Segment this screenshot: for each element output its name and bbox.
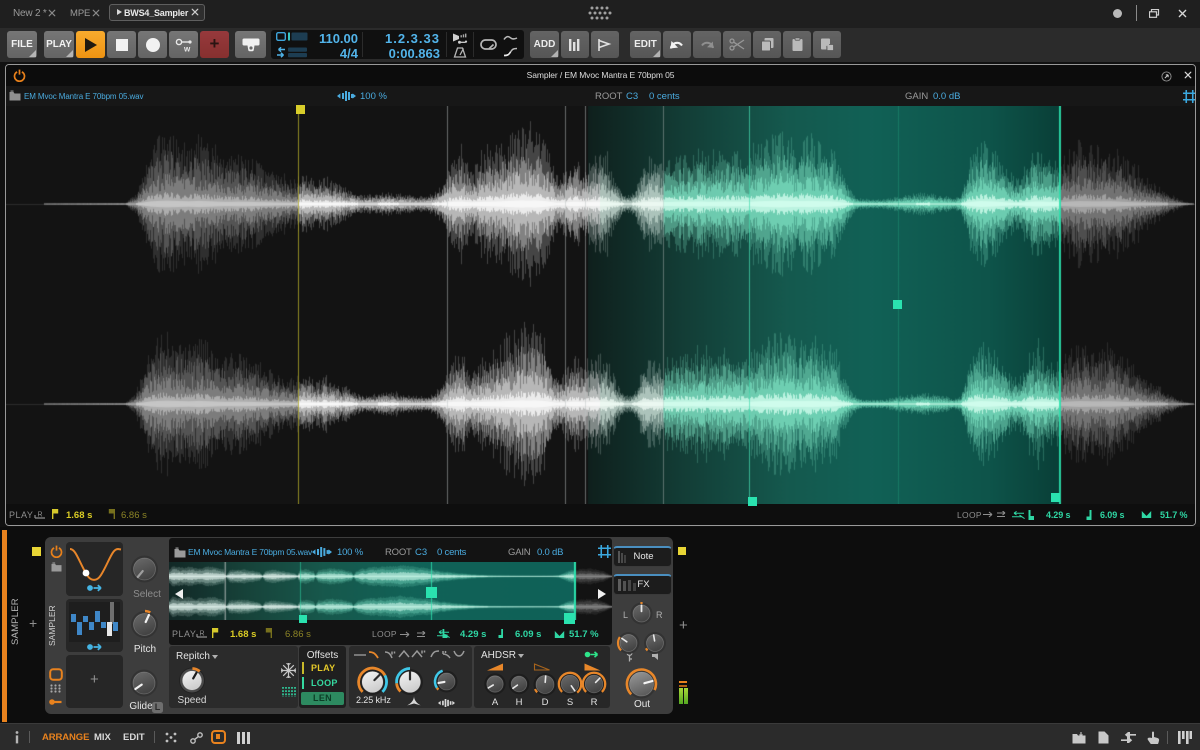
svg-text:w: w (183, 44, 191, 53)
svg-text:R: R (38, 512, 43, 519)
